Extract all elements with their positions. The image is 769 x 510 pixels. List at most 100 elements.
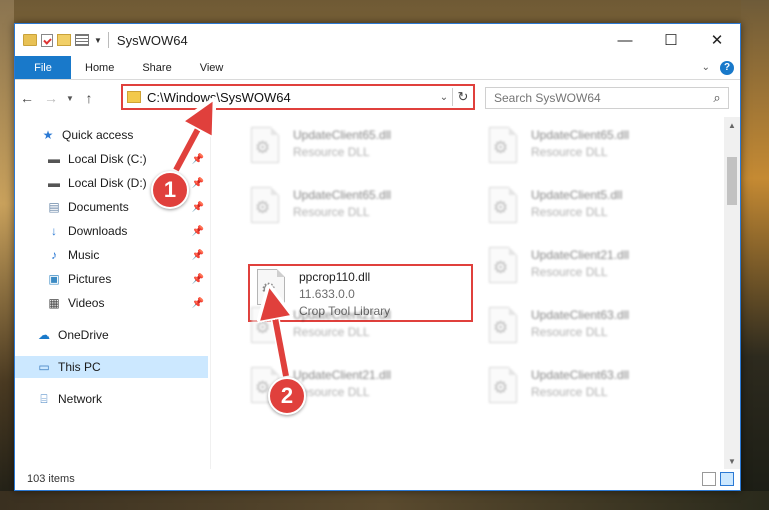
scroll-down-icon[interactable]: ▼ <box>724 453 740 469</box>
ribbon-tabs: File Home Share View ⌄ ? <box>15 56 740 80</box>
tab-share[interactable]: Share <box>128 56 185 79</box>
list-item[interactable]: ⚙ UpdateClient63.dll Resource DLL <box>483 305 709 361</box>
network-icon: ⌸ <box>40 391 48 406</box>
pin-icon[interactable]: 📌 <box>192 298 204 309</box>
pin-icon[interactable]: 📌 <box>192 274 204 285</box>
file-type: Resource DLL <box>293 325 370 339</box>
address-path[interactable]: C:\Windows\SysWOW64 <box>147 90 436 105</box>
sidebar-item-local-disk-c[interactable]: ▬ Local Disk (C:) 📌 <box>15 148 208 170</box>
file-type: Resource DLL <box>531 385 608 399</box>
pin-icon[interactable]: 📌 <box>192 202 204 213</box>
file-name: UpdateClient63.dll <box>531 308 630 322</box>
file-name: UpdateClient65.dll <box>293 128 392 142</box>
pin-icon[interactable]: 📌 <box>192 226 204 237</box>
new-folder-icon[interactable] <box>57 34 71 46</box>
recent-locations-icon[interactable]: ▼ <box>63 94 77 103</box>
sidebar-item-this-pc[interactable]: ▭ This PC <box>15 356 208 378</box>
desktop-background-right <box>741 0 769 510</box>
sidebar-item-label: Music <box>68 248 100 262</box>
sidebar-item-pictures[interactable]: ▣ Pictures 📌 <box>15 268 208 290</box>
file-type: Resource DLL <box>293 205 370 219</box>
dll-file-icon: ⚙ <box>483 185 523 233</box>
quick-access-toolbar: ▼ <box>15 33 102 47</box>
sidebar-item-label: Quick access <box>62 128 134 142</box>
list-item[interactable]: ⚙ UpdateClient65.dll Resource DLL <box>245 125 471 181</box>
properties-icon[interactable] <box>41 33 53 47</box>
search-icon[interactable]: ⌕ <box>706 90 728 106</box>
file-type: Resource DLL <box>531 205 608 219</box>
file-type: Resource DLL <box>293 385 370 399</box>
step-2-badge: 2 <box>268 377 306 415</box>
tab-file[interactable]: File <box>15 56 71 79</box>
file-name: UpdateClient21.dll <box>293 308 392 322</box>
title-bar: ▼ SysWOW64 — ☐ ✕ <box>15 24 740 56</box>
chevron-down-icon[interactable]: ▼ <box>94 36 102 45</box>
pin-icon[interactable]: 📌 <box>192 154 204 165</box>
navigation-bar: ← → ▼ ↑ C:\Windows\SysWOW64 ⌄ ↻ ⌕ <box>15 81 740 115</box>
pin-icon[interactable]: 📌 <box>192 250 204 261</box>
sidebar-item-label: Pictures <box>68 272 112 286</box>
scroll-up-icon[interactable]: ▲ <box>724 117 740 133</box>
sidebar-item-quick-access[interactable]: ★ Quick access <box>15 124 208 146</box>
window-title: SysWOW64 <box>116 32 188 48</box>
back-arrow-icon[interactable]: ← <box>15 90 39 106</box>
file-explorer-window: ▼ SysWOW64 — ☐ ✕ File Home Share View ⌄ … <box>14 23 741 491</box>
list-item[interactable]: ⚙ UpdateClient65.dll Resource DLL <box>245 185 471 241</box>
tab-view[interactable]: View <box>186 56 238 79</box>
status-bar: 103 items <box>15 468 740 490</box>
chevron-down-icon[interactable]: ⌄ <box>436 92 452 103</box>
sidebar-item-music[interactable]: ♪ Music 📌 <box>15 244 208 266</box>
close-button[interactable]: ✕ <box>694 24 740 56</box>
search-box[interactable]: ⌕ <box>485 87 729 109</box>
file-type: Resource DLL <box>531 145 608 159</box>
sidebar-item-label: Local Disk (C:) <box>68 152 147 166</box>
forward-arrow-icon[interactable]: → <box>39 90 63 106</box>
dll-file-icon: ⚙ <box>483 305 523 353</box>
search-input[interactable] <box>494 91 706 105</box>
file-type: Resource DLL <box>293 145 370 159</box>
expand-ribbon-icon[interactable]: ⌄ <box>702 62 710 73</box>
dll-file-icon: ⚙ <box>483 365 523 413</box>
sidebar-item-label: Network <box>58 392 103 406</box>
large-icons-view-icon[interactable] <box>720 472 734 486</box>
pin-icon[interactable]: 📌 <box>192 178 204 189</box>
sidebar-item-videos[interactable]: ▦ Videos 📌 <box>15 292 208 314</box>
sidebar-item-network[interactable]: ⌸ Network <box>15 388 208 410</box>
drive-icon: ▬ <box>48 176 60 190</box>
refresh-icon[interactable]: ↻ <box>453 89 473 105</box>
minimize-button[interactable]: — <box>602 24 648 56</box>
navigation-pane: ★ Quick access ▬ Local Disk (C:) 📌 ▬ Loc… <box>15 119 208 469</box>
list-item[interactable]: ⚙ UpdateClient63.dll Resource DLL <box>483 365 709 421</box>
list-item[interactable]: ⚙ UpdateClient5.dll Resource DLL <box>483 185 709 241</box>
folder-icon <box>23 34 37 46</box>
sidebar-item-downloads[interactable]: ↓ Downloads 📌 <box>15 220 208 242</box>
address-bar[interactable]: C:\Windows\SysWOW64 ⌄ ↻ <box>121 84 475 110</box>
details-view-icon[interactable] <box>702 472 716 486</box>
vertical-scrollbar[interactable]: ▲ ▼ <box>724 117 740 469</box>
list-item[interactable]: ⚙ UpdateClient65.dll Resource DLL <box>483 125 709 181</box>
view-toggle <box>702 472 734 486</box>
file-list: ⚙ UpdateClient65.dll Resource DLL ⚙ Updat… <box>227 117 721 469</box>
sidebar-item-label: Documents <box>68 200 129 214</box>
dll-file-icon: ⚙ <box>245 125 285 173</box>
file-type: Resource DLL <box>531 265 608 279</box>
drive-icon: ▬ <box>48 152 60 166</box>
scrollbar-thumb[interactable] <box>727 157 737 205</box>
view-options-icon[interactable] <box>75 34 89 46</box>
sidebar-item-onedrive[interactable]: ☁ OneDrive <box>15 324 208 346</box>
dll-file-icon: ⚙ <box>483 245 523 293</box>
file-name: UpdateClient21.dll <box>293 368 392 382</box>
help-icon[interactable]: ? <box>720 60 734 75</box>
pictures-icon: ▣ <box>48 272 60 286</box>
cloud-icon: ☁ <box>38 328 50 342</box>
list-item[interactable]: ⚙ UpdateClient21.dll Resource DLL <box>483 245 709 301</box>
music-icon: ♪ <box>51 248 57 262</box>
tab-home[interactable]: Home <box>71 56 128 79</box>
maximize-button[interactable]: ☐ <box>648 24 694 56</box>
up-arrow-icon[interactable]: ↑ <box>77 90 101 106</box>
item-count: 103 items <box>27 473 75 485</box>
ribbon-right: ⌄ ? <box>702 56 740 79</box>
file-name: UpdateClient65.dll <box>293 188 392 202</box>
list-item[interactable]: ⚙ UpdateClient21.dll Resource DLL <box>245 305 471 361</box>
sidebar-item-label: Videos <box>68 296 105 310</box>
